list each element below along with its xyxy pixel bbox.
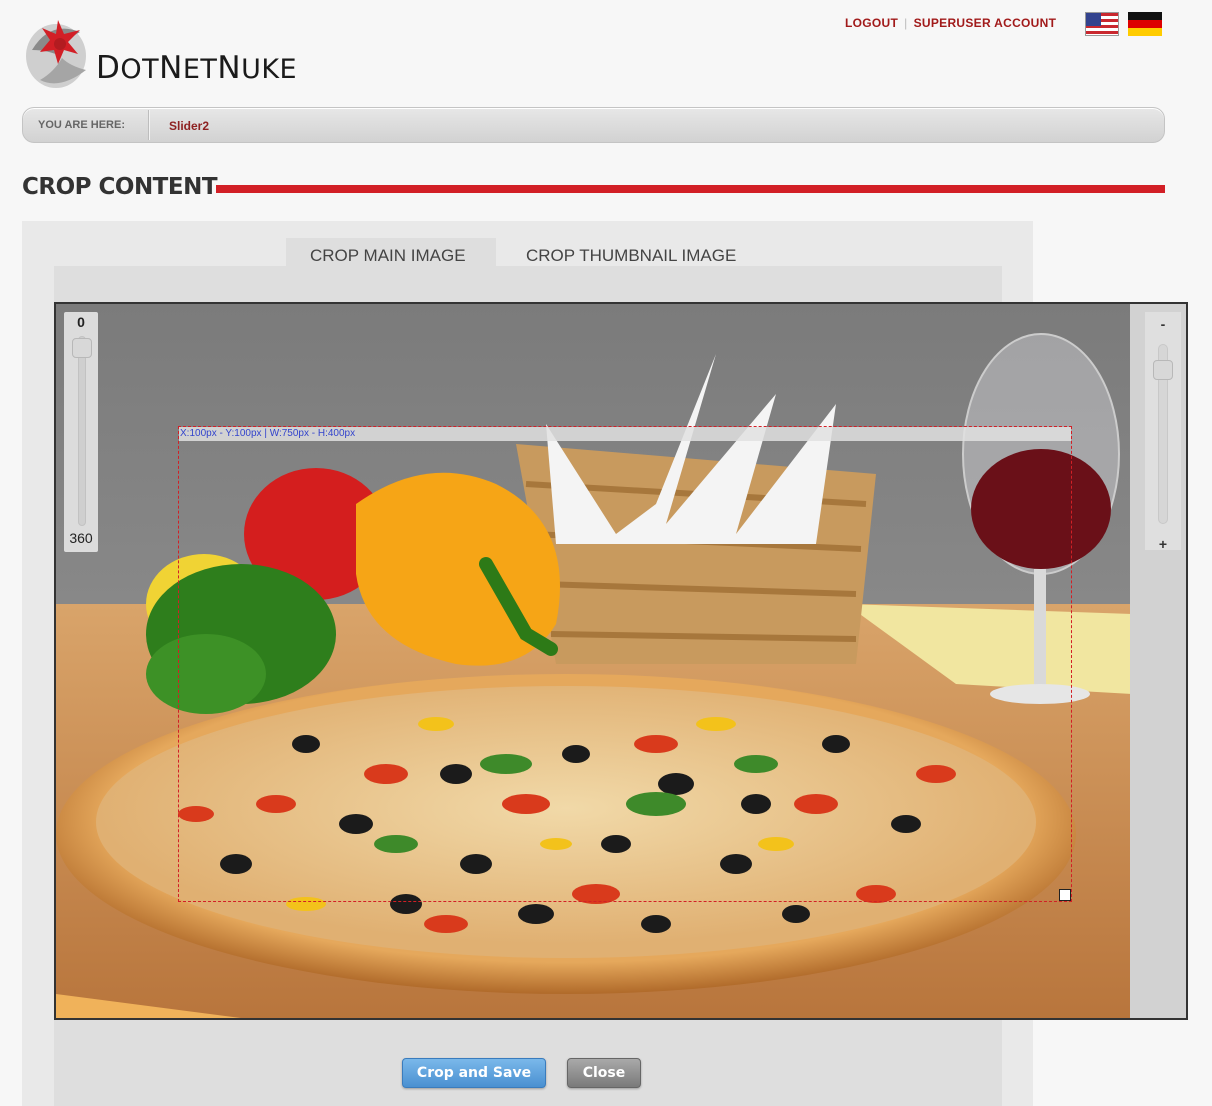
logo-mark-icon (26, 20, 86, 88)
zoom-out-icon[interactable]: - (1145, 316, 1181, 332)
breadcrumb-item-slider2[interactable]: Slider2 (169, 119, 209, 133)
crop-resize-handle[interactable] (1059, 889, 1071, 901)
rotation-min-label: 0 (77, 314, 85, 330)
tab-crop-thumbnail-image[interactable]: CROP THUMBNAIL IMAGE (502, 238, 772, 268)
dotnetnuke-logo[interactable]: DOTNETNUKE (20, 10, 360, 94)
crop-dimensions-info: X:100px - Y:100px | W:750px - H:400px (179, 427, 1071, 441)
rotation-max-label: 360 (69, 530, 93, 546)
logout-link[interactable]: LOGOUT (845, 16, 898, 30)
rotation-slider-handle[interactable] (72, 338, 92, 358)
rotation-slider-track[interactable] (78, 336, 86, 526)
close-button[interactable]: Close (567, 1058, 641, 1088)
breadcrumb-divider (148, 110, 149, 140)
crop-and-save-button[interactable]: Crop and Save (402, 1058, 546, 1088)
tab-crop-main-image[interactable]: CROP MAIN IMAGE (286, 238, 496, 268)
crop-selection[interactable]: X:100px - Y:100px | W:750px - H:400px (178, 426, 1072, 902)
page-title: CROP CONTENT (22, 174, 218, 200)
link-separator: | (904, 16, 908, 30)
rotation-slider[interactable]: 0 360 (64, 312, 98, 552)
brand-wordmark: DOTNETNUKE (96, 50, 298, 86)
zoom-slider[interactable]: - + (1145, 312, 1181, 552)
us-flag-icon[interactable] (1085, 12, 1119, 36)
zoom-slider-handle[interactable] (1153, 360, 1173, 380)
breadcrumb: YOU ARE HERE: Slider2 (22, 107, 1165, 143)
title-rule (216, 185, 1165, 193)
german-flag-icon[interactable] (1128, 12, 1162, 36)
crop-stage: 0 360 - + X:100px - Y:100px | W:750px - … (54, 302, 1188, 1020)
breadcrumb-label: YOU ARE HERE: (38, 119, 125, 131)
zoom-in-icon[interactable]: + (1145, 536, 1181, 552)
account-link[interactable]: SUPERUSER ACCOUNT (914, 16, 1057, 30)
top-links: LOGOUT | SUPERUSER ACCOUNT (845, 16, 1056, 30)
